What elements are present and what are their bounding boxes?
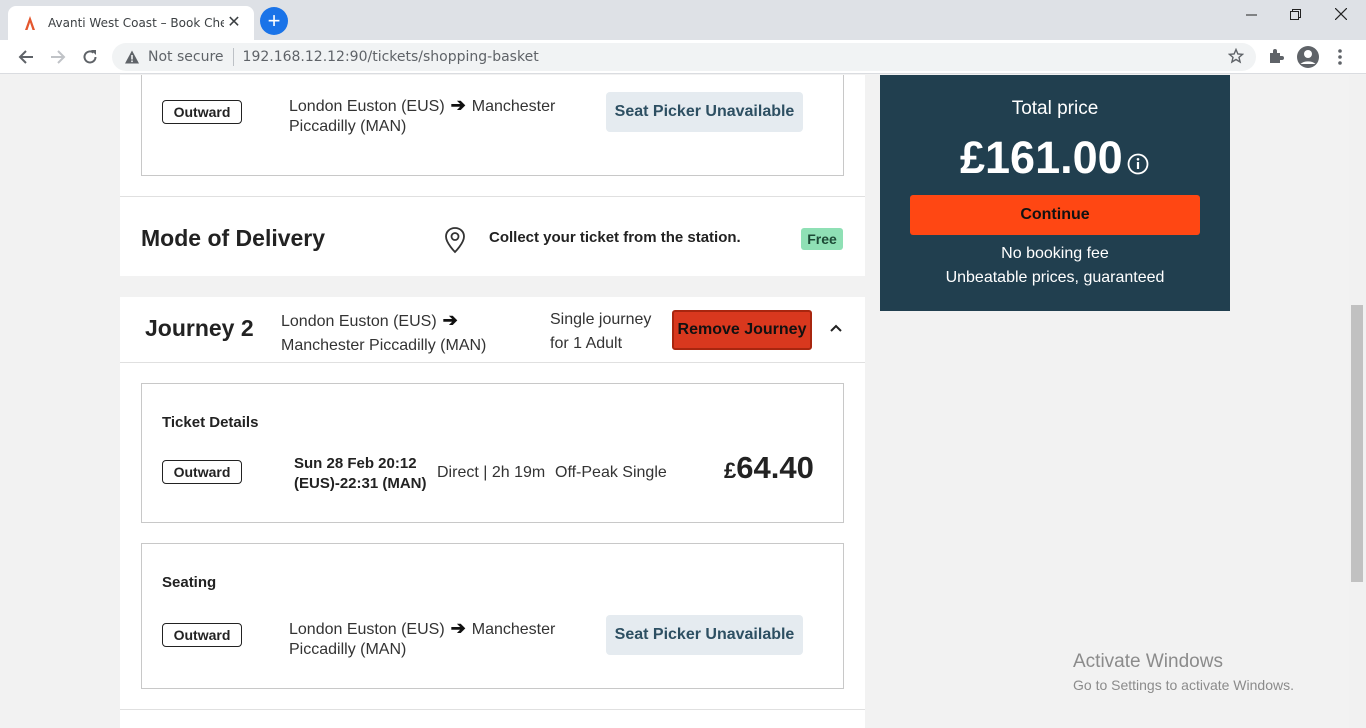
page-scrollbar[interactable] <box>1349 75 1366 728</box>
extensions-puzzle-icon[interactable] <box>1267 47 1285 65</box>
watermark-title: Activate Windows <box>1073 651 1223 672</box>
profile-avatar-icon[interactable] <box>1296 45 1320 69</box>
reload-button[interactable] <box>78 45 102 69</box>
route-to: Manchester <box>471 621 556 638</box>
close-window-button[interactable] <box>1318 0 1364 28</box>
back-button[interactable] <box>14 45 38 69</box>
journey-2-to: Manchester Piccadilly (MAN) <box>281 337 487 354</box>
journey-2-from: London Euston (EUS) <box>281 313 437 330</box>
reload-icon <box>83 50 97 64</box>
route-from: London Euston (EUS) <box>289 621 445 638</box>
scrollbar-thumb[interactable] <box>1351 305 1363 582</box>
journey-1-section: Outward London Euston (EUS) ➔ Manchester P… <box>120 75 865 196</box>
route-from: London Euston (EUS) <box>289 98 445 115</box>
journey-type: Single journey <box>550 311 652 328</box>
new-tab-button[interactable]: + <box>260 7 288 35</box>
delivery-title: Mode of Delivery <box>141 225 326 251</box>
ticket-station-times: (EUS)-22:31 (MAN) <box>294 475 427 492</box>
browser-tab[interactable]: Avanti West Coast – Book Cheap ✕ <box>8 6 254 40</box>
booking-fee-note: No booking fee <box>1001 245 1109 262</box>
kebab-menu-icon[interactable] <box>1332 48 1348 66</box>
free-badge: Free <box>801 228 843 250</box>
location-pin-icon <box>445 227 465 254</box>
price-value: 64.40 <box>736 450 814 485</box>
page-viewport: Outward London Euston (EUS) ➔ Manchester P… <box>0 75 1366 728</box>
journey-2-summary: Single journey for 1 Adult <box>550 308 670 356</box>
journey-1-seating-card: Outward London Euston (EUS) ➔ Manchester P… <box>141 75 844 176</box>
navigation-bar: Not secure 192.168.12.12:90/tickets/shop… <box>0 40 1366 74</box>
ticket-details-title: Ticket Details <box>162 414 259 431</box>
arrow-right-icon: ➔ <box>450 618 466 638</box>
ticket-direct-duration: Direct | 2h 19m <box>437 464 546 481</box>
restore-button[interactable] <box>1272 0 1318 28</box>
arrow-right-icon <box>51 50 66 64</box>
arrow-left-icon <box>18 50 33 64</box>
arrow-right-icon: ➔ <box>450 95 466 115</box>
security-label: Not secure <box>148 49 224 65</box>
passenger-count: for 1 Adult <box>550 335 623 352</box>
journey-2-header: Journey 2 London Euston (EUS) ➔ Mancheste… <box>120 297 865 363</box>
tab-bar: Avanti West Coast – Book Cheap ✕ + <box>0 0 1366 40</box>
chevron-up-icon[interactable] <box>829 323 843 333</box>
total-price-label: Total price <box>1011 98 1099 119</box>
total-price-value: £161.00 <box>960 132 1123 183</box>
close-icon <box>1335 8 1347 20</box>
avanti-favicon-icon <box>25 16 35 30</box>
restore-icon <box>1289 8 1301 20</box>
seating-title: Seating <box>162 574 217 591</box>
seat-picker-button[interactable]: Seat Picker Unavailable <box>606 615 803 655</box>
omnibox-divider <box>232 48 234 66</box>
outward-badge: Outward <box>162 100 242 124</box>
seating-route: London Euston (EUS) ➔ Manchester Piccadill… <box>289 95 589 137</box>
seat-picker-button[interactable]: Seat Picker Unavailable <box>606 92 803 132</box>
currency-symbol: £ <box>724 458 737 483</box>
outward-badge: Outward <box>162 460 242 484</box>
tab-close-icon[interactable]: ✕ <box>224 15 244 31</box>
minimize-button[interactable] <box>1228 0 1274 28</box>
section-divider <box>120 709 865 710</box>
route-to-line2: Piccadilly (MAN) <box>289 118 407 135</box>
watermark-subtitle: Go to Settings to activate Windows. <box>1073 677 1294 693</box>
ticket-price: £64.40 <box>724 450 814 486</box>
arrow-right-icon: ➔ <box>442 310 458 330</box>
ticket-times: Sun 28 Feb 20:12 (EUS)-22:31 (MAN) <box>294 454 427 494</box>
route-to-line2: Piccadilly (MAN) <box>289 641 407 658</box>
price-summary-panel: Total price £161.00 Continue No booking … <box>880 75 1230 311</box>
info-icon[interactable] <box>1127 153 1149 175</box>
minimize-icon <box>1245 14 1257 15</box>
delivery-text: Collect your ticket from the station. <box>489 229 741 246</box>
delivery-section: Mode of Delivery Collect your ticket fro… <box>120 196 865 276</box>
journey-2-route: London Euston (EUS) ➔ Manchester Piccadil… <box>281 308 531 358</box>
price-guarantee-note: Unbeatable prices, guaranteed <box>945 269 1165 286</box>
address-bar[interactable]: Not secure 192.168.12.12:90/tickets/shop… <box>112 43 1256 71</box>
url-text[interactable]: 192.168.12.12:90/tickets/shopping-basket <box>243 49 539 65</box>
ticket-fare-type: Off-Peak Single <box>555 464 667 481</box>
bookmark-star-icon[interactable] <box>1228 48 1244 64</box>
tab-title: Avanti West Coast – Book Cheap <box>48 16 224 30</box>
seating-route: London Euston (EUS) ➔ Manchester Piccadill… <box>289 618 589 660</box>
warning-icon <box>125 50 139 64</box>
forward-button[interactable] <box>46 45 70 69</box>
journey-2-title: Journey 2 <box>145 315 254 341</box>
journey-2-body: Ticket Details Outward Sun 28 Feb 20:12 … <box>120 363 865 728</box>
continue-button[interactable]: Continue <box>910 195 1200 235</box>
route-to: Manchester <box>471 98 556 115</box>
ticket-details-card: Ticket Details Outward Sun 28 Feb 20:12 … <box>141 383 844 523</box>
journey-2-seating-card: Seating Outward London Euston (EUS) ➔ Manc… <box>141 543 844 689</box>
ticket-datetime: Sun 28 Feb 20:12 <box>294 455 417 472</box>
remove-journey-button[interactable]: Remove Journey <box>672 310 812 350</box>
outward-badge: Outward <box>162 623 242 647</box>
